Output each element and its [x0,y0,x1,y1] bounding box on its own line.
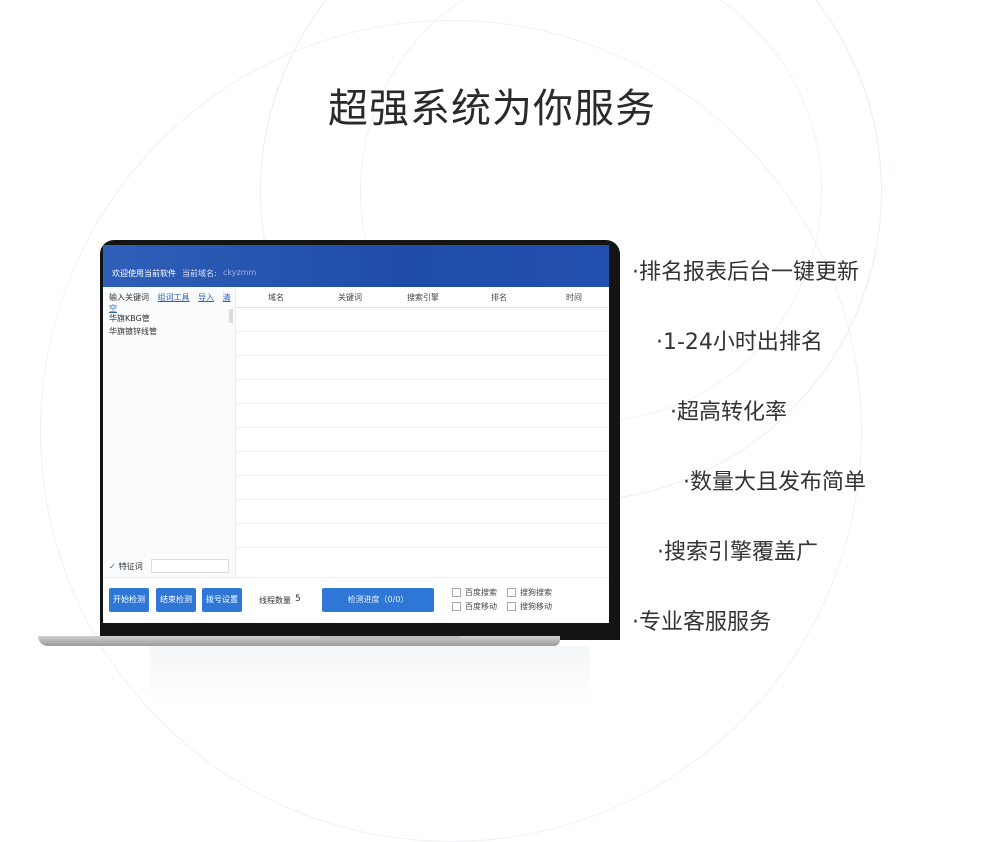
list-item: 华旗镀锌线管 [109,327,157,336]
keyword-textarea[interactable]: 华旗KBG管 华旗镀锌线管 [109,312,157,338]
table-row [236,379,609,380]
feature-word-checkbox[interactable]: ✓ 特征词 [109,561,143,572]
start-check-button[interactable]: 开始检测 [109,588,149,612]
feature-item: ·搜索引擎覆盖广 [657,540,818,565]
feature-item: ·1-24小时出排名 [656,330,823,355]
column-header: 域名 [268,293,284,302]
checkbox-icon [452,588,461,597]
laptop-base [38,636,560,646]
feature-item: ·超高转化率 [670,400,787,425]
control-bar: 开始检测 结束检测 拨号设置 线程数量 5 检测进度（0/0） 百度搜索 搜狗搜… [103,577,609,623]
table-row [236,499,609,500]
laptop-notch [320,636,460,640]
feature-word-label: 特征词 [118,562,143,571]
table-row [236,523,609,524]
column-header: 时间 [566,293,582,302]
import-link[interactable]: 导入 [198,293,214,302]
domain-label: 当前域名: [182,269,217,278]
scrollbar[interactable] [229,309,233,323]
engine-label: 搜狗搜索 [520,588,552,597]
engine-checkbox-baidu[interactable]: 百度搜索 [452,587,497,598]
feature-item: ·排名报表后台一键更新 [632,260,859,285]
stop-check-button[interactable]: 结束检测 [156,588,196,612]
list-item: 华旗KBG管 [109,314,150,323]
page-title: 超强系统为你服务 [328,86,656,132]
table-row [236,475,609,476]
results-table: 域名 关键词 搜索引擎 排名 时间 [236,287,609,577]
engine-label: 百度搜索 [465,588,497,597]
column-header: 搜索引擎 [407,293,439,302]
app-window: 欢迎使用当前软件 当前域名: ckyzmm 输入关键词 组词工具 导入 清空 华… [103,245,609,623]
engine-checkbox-baidu-mobile[interactable]: 百度移动 [452,601,497,612]
welcome-text: 欢迎使用当前软件 [112,269,176,278]
table-row [236,451,609,452]
table-row [236,331,609,332]
threads-value[interactable]: 5 [295,594,301,604]
feature-item: ·专业客服服务 [632,610,771,635]
table-header: 域名 关键词 搜索引擎 排名 时间 [236,287,609,308]
keyword-toolbar: 输入关键词 组词工具 导入 清空 [109,292,235,314]
feature-word-input[interactable] [151,559,229,573]
table-row [236,547,609,548]
dial-settings-button[interactable]: 拨号设置 [202,588,242,612]
engine-label: 百度移动 [465,602,497,611]
feature-item: ·数量大且发布简单 [683,470,866,495]
check-icon: ✓ [109,562,116,571]
table-row [236,427,609,428]
engine-label: 搜狗移动 [520,602,552,611]
shadow [150,646,590,706]
engine-checkbox-sogou[interactable]: 搜狗搜索 [507,587,552,598]
app-header: 欢迎使用当前软件 当前域名: ckyzmm [103,245,609,287]
checkbox-icon [452,602,461,611]
column-header: 关键词 [338,293,362,302]
threads-label: 线程数量 [259,596,291,605]
domain-value: ckyzmm [223,268,257,277]
word-tool-link[interactable]: 组词工具 [158,293,190,302]
checkbox-icon [507,602,516,611]
checkbox-icon [507,588,516,597]
keyword-input-label: 输入关键词 [109,293,149,302]
check-progress-button[interactable]: 检测进度（0/0） [322,588,434,612]
column-header: 排名 [491,293,507,302]
engine-checkbox-sogou-mobile[interactable]: 搜狗移动 [507,601,552,612]
table-row [236,355,609,356]
table-row [236,403,609,404]
keyword-panel: 输入关键词 组词工具 导入 清空 华旗KBG管 华旗镀锌线管 ✓ 特征词 [103,287,236,577]
